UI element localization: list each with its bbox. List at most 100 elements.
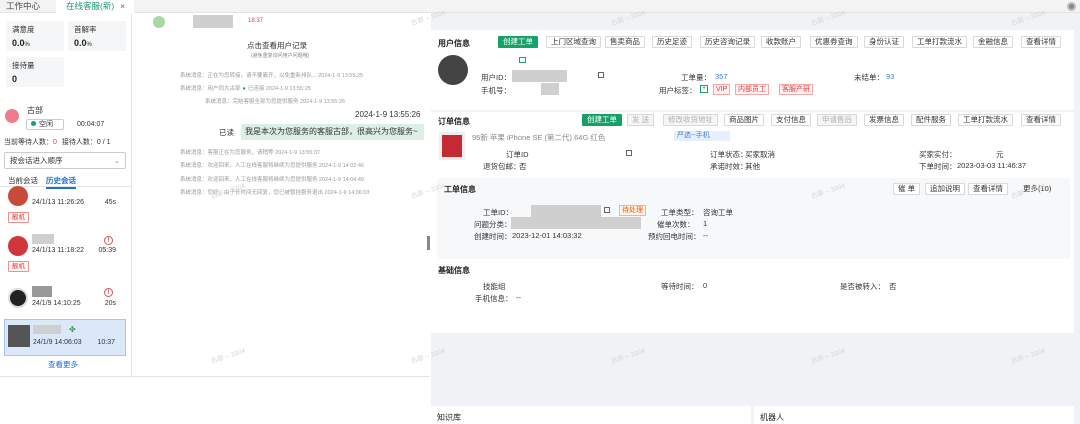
wait-time-value: 0 (703, 281, 708, 290)
system-message: 系统消息：正在为您转接，请不要离开，以免重新排队... 2024-1-9 13:… (180, 73, 364, 79)
product-category-tag: 严选--手机 (674, 131, 730, 141)
conversation-duration: 45s (104, 199, 116, 206)
product-image-button[interactable]: 商品图片 (724, 114, 764, 126)
payment-info-button[interactable]: 支付信息 (771, 114, 811, 126)
knowledge-base-panel: 知识库 (431, 406, 751, 424)
chat-panel: 18:37 点击查看用户记录 (避免重复询问用户问题哦) 系统消息：正在为您转接… (133, 13, 428, 376)
view-detail-button[interactable]: 查看详情 (1021, 36, 1061, 48)
first-resolution-stat: 首解率 0.0% (68, 21, 126, 51)
panel-resize-handle[interactable] (427, 236, 430, 250)
agent-timer: 00:04:07 (77, 121, 105, 128)
satisfaction-label: 满意度 (12, 25, 35, 34)
create-ticket-button[interactable]: 创建工单 (582, 114, 622, 126)
ticket-id-label: 工单ID： (483, 208, 513, 217)
finance-info-button[interactable]: 金融信息 (973, 36, 1013, 48)
append-note-button[interactable]: 追加说明 (925, 183, 965, 195)
section-title: 基础信息 (438, 266, 470, 275)
copy-icon[interactable] (604, 207, 610, 213)
chevron-down-icon: ⌄ (113, 156, 120, 165)
paid-label: 买家实付： (919, 150, 957, 159)
waiting-label: 当前等待人数： (4, 139, 53, 146)
conversation-tag: 靓机 (8, 261, 29, 272)
sort-select[interactable]: 按会话进入顺序 ⌄ (4, 152, 126, 169)
phone-info-label: 手机信息： (475, 294, 513, 303)
system-message: 系统消息：您好，由于长时间无回复，您已被暂挂服务退出 2024-1-9 14:0… (180, 190, 370, 196)
phone-redacted (541, 83, 559, 95)
tab-bar: 工作中心 在线客服(新) × (0, 0, 1080, 13)
satisfaction-stat: 满意度 0.0% (6, 21, 64, 51)
invoice-button[interactable]: 发票信息 (864, 114, 904, 126)
urge-count-value: 1 (703, 219, 708, 228)
ticket-status-tag: 待处理 (619, 205, 646, 216)
area-query-button[interactable]: 上门区域查询 (546, 36, 601, 48)
identity-button[interactable]: 身份认证 (864, 36, 904, 48)
user-nickname-redacted (32, 234, 54, 244)
conversation-time: 24/1/13 11:18:22 (32, 247, 85, 254)
message-time: 2024-1-9 13:55:26 (355, 110, 421, 119)
order-status-label: 订单状态： (710, 150, 748, 159)
agent-status-toggle[interactable]: 空闲 (26, 119, 64, 130)
after-sale-button[interactable]: 申请售后 (817, 114, 857, 126)
settings-icon[interactable] (1067, 2, 1076, 11)
satisfaction-unit: % (24, 42, 30, 48)
unfinished-label: 未结单： (854, 73, 884, 82)
system-message-part: 系统消息：用户同大古部 (180, 86, 241, 92)
conversation-time: 24/1/13 11:26:26 (32, 199, 85, 206)
order-time-label: 下单时间： (919, 162, 957, 171)
ticket-type-value: 咨询工单 (703, 208, 733, 217)
orders-label: 工单量： (681, 73, 711, 82)
callback-value: -- (703, 231, 708, 240)
urge-button[interactable]: 催 单 (893, 183, 921, 195)
history-footprint-button[interactable]: 历史足迹 (652, 36, 692, 48)
tab-current-sessions[interactable]: 当前会话 (8, 175, 38, 186)
queue-info: 当前等待人数：0 接待人数：0 / 1 (4, 137, 110, 147)
agent-sidebar: 满意度 0.0% 首解率 0.0% 接待量 0 古部 空闲 00:04:07 当… (0, 13, 132, 376)
view-detail-button[interactable]: 查看详情 (1021, 114, 1061, 126)
history-consult-button[interactable]: 历史咨询记录 (700, 36, 755, 48)
ticket-id-redacted (531, 205, 601, 217)
chat-top-time: 18:37 (248, 18, 264, 24)
coupon-query-button[interactable]: 优惠券查询 (810, 36, 858, 48)
conversation-item[interactable]: ! 24/1/13 11:18:22 05:39 靓机 (4, 234, 126, 276)
conversation-item[interactable]: 24/1/13 11:26:26 45s 靓机 (4, 186, 126, 230)
payee-account-button[interactable]: 收款账户 (761, 36, 801, 48)
sold-items-button[interactable]: 售卖商品 (605, 36, 645, 48)
conversation-time: 24/1/9 14:10:25 (32, 300, 81, 307)
chat-input-area[interactable] (0, 376, 430, 424)
ticket-payment-button[interactable]: 工单打款流水 (958, 114, 1013, 126)
add-tag-icon[interactable]: + (700, 85, 708, 93)
avatar (8, 325, 30, 347)
edit-address-button[interactable]: 修改收货地址 (663, 114, 718, 126)
view-detail-button[interactable]: 查看详情 (968, 183, 1008, 195)
callback-label: 预约回电时间： (648, 232, 701, 241)
create-ticket-button[interactable]: 创建工单 (498, 36, 538, 48)
close-icon[interactable]: × (120, 1, 125, 11)
tag-employee: 内部员工 (735, 84, 769, 95)
copy-icon[interactable] (626, 150, 632, 156)
parts-service-button[interactable]: 配件服务 (911, 114, 951, 126)
send-button[interactable]: 发 送 (627, 114, 655, 126)
skill-group-label: 技能组 (483, 282, 506, 291)
avatar (8, 288, 28, 308)
ticket-payment-button[interactable]: 工单打款流水 (912, 36, 967, 48)
tab-online-service[interactable]: 在线客服(新) × (56, 0, 134, 13)
order-info-section: 订单信息 创建工单 发 送 修改收货地址 商品图片 支付信息 申请售后 发票信息… (431, 112, 1074, 266)
see-more-link[interactable]: 查看更多 (48, 359, 78, 370)
system-message-part: 已连接 2024-1-9 13:55:25 (247, 86, 311, 92)
section-title: 工单信息 (444, 185, 476, 194)
conversation-duration: 10:37 (97, 339, 115, 346)
uid-redacted (512, 70, 567, 82)
conversation-item-selected[interactable]: ✤ 24/1/9 14:06:03 10:37 (4, 319, 126, 356)
avatar (438, 55, 468, 85)
view-user-record-link[interactable]: 点击查看用户记录 (247, 40, 307, 51)
ticket-info-box: 工单信息 催 单 追加说明 查看详情 更多(10) 工单ID： 待处理 工单类型… (437, 178, 1070, 262)
user-nickname-redacted (32, 286, 52, 297)
orders-value[interactable]: 357 (715, 72, 728, 81)
copy-icon[interactable] (598, 72, 604, 78)
created-value: 2023-12-01 14:03:32 (512, 231, 582, 240)
unfinished-value[interactable]: 93 (886, 72, 894, 81)
tab-workbench[interactable]: 工作中心 (6, 0, 52, 13)
robot-panel: 机器人 (754, 406, 1074, 424)
tags-label: 用户标签： (659, 86, 697, 95)
system-message: 系统消息：欢迎回来，人工在线客服将继续为您提供服务 2024-1-9 14:02… (180, 163, 364, 169)
